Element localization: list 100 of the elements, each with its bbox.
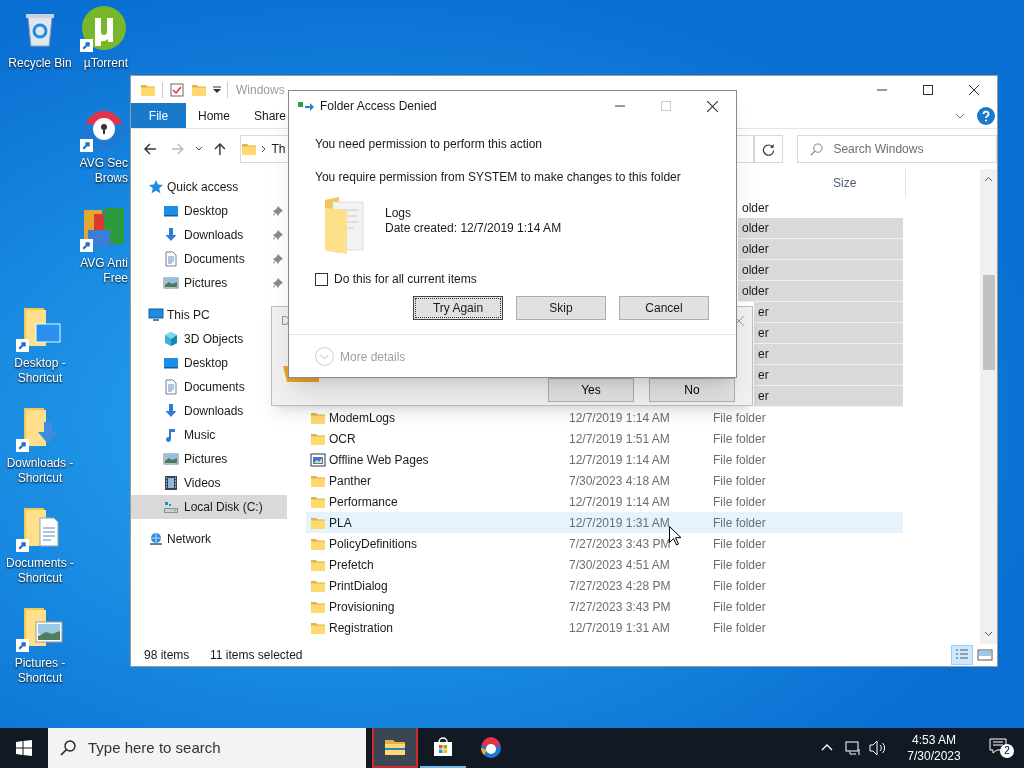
type-cell-text: er bbox=[758, 367, 769, 384]
dialog-button[interactable]: Cancel bbox=[619, 296, 709, 320]
nav-label: Pictures bbox=[184, 275, 229, 292]
type-cell-text: older bbox=[742, 283, 769, 300]
scrollbar-thumb[interactable] bbox=[982, 275, 995, 370]
volume-icon[interactable] bbox=[869, 740, 887, 756]
file-row[interactable]: er bbox=[754, 302, 903, 323]
desktop-icon-label[interactable]: Desktop - Shortcut bbox=[14, 356, 66, 386]
properties-icon[interactable] bbox=[169, 81, 185, 98]
file-row[interactable]: older bbox=[738, 239, 903, 260]
taskbar-search-box[interactable]: Type here to search bbox=[48, 728, 366, 768]
drive-icon bbox=[163, 499, 179, 515]
file-row[interactable]: Performance 12/7/2019 1:14 AM File folder bbox=[306, 491, 903, 512]
desktop-icon-label[interactable]: AVG Anti Free bbox=[80, 256, 128, 286]
nav-item[interactable]: Documents bbox=[131, 247, 287, 271]
nav-item[interactable]: Quick access bbox=[131, 175, 271, 199]
nav-label: Quick access bbox=[167, 179, 240, 196]
start-windows-icon[interactable] bbox=[16, 740, 32, 756]
nav-item[interactable]: Desktop bbox=[131, 351, 287, 375]
nav-label: Local Disk (C:) bbox=[184, 499, 264, 516]
dialog-button[interactable]: Try Again bbox=[413, 296, 503, 320]
nav-label: Music bbox=[184, 427, 217, 444]
file-row[interactable]: er bbox=[754, 386, 903, 407]
refresh-icon bbox=[762, 142, 776, 156]
nav-item[interactable]: Desktop bbox=[131, 199, 287, 223]
dialog-button[interactable]: No bbox=[649, 378, 735, 402]
dialog-button[interactable]: Skip bbox=[516, 296, 606, 320]
notifications-button[interactable]: 2 bbox=[989, 738, 1011, 758]
taskbar-app-button[interactable] bbox=[372, 728, 418, 768]
nav-item[interactable]: 3D Objects bbox=[131, 327, 287, 351]
recent-dropdown-icon[interactable] bbox=[194, 145, 203, 153]
desktop-icon-label[interactable]: µTorrent bbox=[83, 56, 128, 71]
file-row[interactable]: Panther 7/30/2023 4:18 AM File folder bbox=[306, 470, 903, 491]
search-field[interactable]: Search Windows bbox=[833, 140, 984, 158]
date-cell: 12/7/2019 1:14 AM bbox=[569, 494, 670, 509]
file-row[interactable]: ModemLogs 12/7/2019 1:14 AM File folder bbox=[306, 407, 903, 428]
desktop-icon-label[interactable]: AVG Sec Brows bbox=[79, 156, 128, 186]
file-row[interactable]: Registration 12/7/2019 1:31 AM File folder bbox=[306, 617, 903, 638]
dialog-title: Folder Access Denied bbox=[320, 98, 437, 115]
type-cell-text: older bbox=[742, 220, 769, 237]
nav-item[interactable]: Network bbox=[131, 527, 271, 551]
desktop-icon-label[interactable]: Pictures - Shortcut bbox=[14, 656, 66, 686]
nav-item[interactable]: Pictures bbox=[131, 447, 287, 471]
desktop-icon-label[interactable]: Documents - Shortcut bbox=[6, 556, 74, 586]
name-cell: ModemLogs bbox=[329, 410, 396, 425]
desktop-icon-label[interactable]: Recycle Bin bbox=[8, 56, 72, 71]
name-cell: PrintDialog bbox=[329, 578, 388, 593]
file-row[interactable]: er bbox=[754, 344, 903, 365]
file-row[interactable]: older bbox=[738, 197, 903, 218]
nav-item[interactable]: Documents bbox=[131, 375, 287, 399]
film-icon bbox=[163, 475, 179, 491]
checkbox[interactable] bbox=[315, 272, 328, 286]
file-row[interactable]: er bbox=[754, 365, 903, 386]
nav-item[interactable]: Videos bbox=[131, 471, 287, 495]
date-cell: 7/30/2023 4:51 AM bbox=[569, 557, 670, 572]
file-row[interactable]: older bbox=[738, 218, 903, 239]
file-row[interactable]: er bbox=[754, 323, 903, 344]
refresh-button[interactable] bbox=[753, 135, 784, 163]
help-icon[interactable] bbox=[977, 106, 995, 125]
file-row[interactable]: older bbox=[738, 260, 903, 281]
clock[interactable]: 4:53 AM 7/30/2023 bbox=[899, 732, 969, 764]
type-cell: File folder bbox=[713, 431, 766, 446]
close-icon[interactable] bbox=[707, 100, 718, 112]
dropdown-icon[interactable] bbox=[213, 85, 221, 94]
file-row[interactable]: PrintDialog 7/27/2023 4:28 PM File folder bbox=[306, 575, 903, 596]
nav-item[interactable]: Music bbox=[131, 423, 287, 447]
maximize-icon[interactable] bbox=[923, 84, 933, 95]
up-arrow-icon[interactable] bbox=[212, 142, 227, 156]
type-cell: File folder bbox=[713, 599, 766, 614]
file-row[interactable]: Provisioning 7/27/2023 3:43 PM File folder bbox=[306, 596, 903, 617]
checkbox-label[interactable]: Do this for all current items bbox=[334, 270, 477, 288]
file-row[interactable]: PLA 12/7/2019 1:31 AM File folder bbox=[306, 512, 903, 533]
window-title: Windows bbox=[236, 81, 285, 99]
back-arrow-icon[interactable] bbox=[143, 142, 157, 156]
file-row[interactable]: Offline Web Pages 12/7/2019 1:14 AM File folder bbox=[306, 449, 903, 470]
column-header[interactable]: Size bbox=[833, 169, 906, 197]
nav-item[interactable]: Downloads bbox=[131, 223, 287, 247]
ribbon-tab[interactable]: Home bbox=[186, 103, 242, 128]
shopping-bag-icon bbox=[431, 735, 455, 759]
name-cell: Offline Web Pages bbox=[329, 452, 429, 467]
type-cell: File folder bbox=[713, 536, 766, 551]
dialog-button[interactable]: Yes bbox=[548, 378, 634, 402]
search-box[interactable]: Search Windows bbox=[797, 135, 997, 163]
taskbar-search-field[interactable]: Type here to search bbox=[88, 736, 348, 760]
nav-item[interactable]: Pictures bbox=[131, 271, 287, 295]
file-row[interactable]: OCR 12/7/2019 1:51 AM File folder bbox=[306, 428, 903, 449]
nav-item[interactable]: This PC bbox=[131, 303, 271, 327]
nav-item[interactable]: Downloads bbox=[131, 399, 287, 423]
type-cell-text: er bbox=[758, 388, 769, 405]
file-row[interactable]: PolicyDefinitions 7/27/2023 3:43 PM File folder bbox=[306, 533, 903, 554]
file-row[interactable]: older bbox=[738, 281, 903, 302]
nav-item[interactable]: Local Disk (C:) bbox=[131, 495, 287, 519]
network-icon[interactable] bbox=[845, 740, 861, 756]
close-icon[interactable] bbox=[969, 84, 979, 95]
file-row[interactable]: Prefetch 7/30/2023 4:51 AM File folder bbox=[306, 554, 903, 575]
cursor-icon bbox=[669, 526, 681, 546]
date-cell: 7/27/2023 4:28 PM bbox=[569, 578, 671, 593]
scrollbar[interactable] bbox=[980, 169, 997, 644]
maximize-icon bbox=[661, 101, 671, 111]
document-icon bbox=[163, 251, 179, 267]
